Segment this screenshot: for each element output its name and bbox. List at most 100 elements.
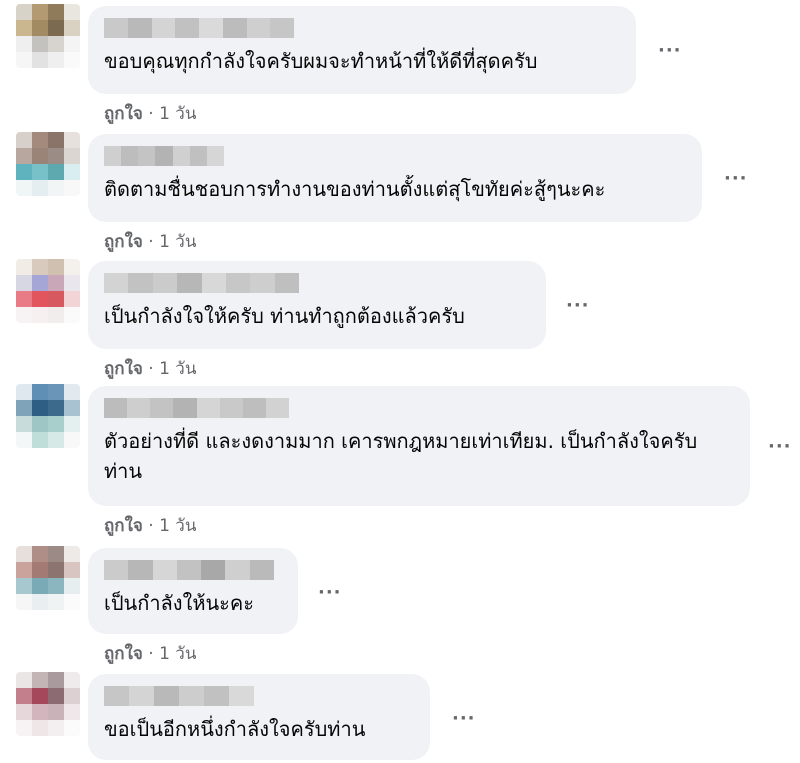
name-pixel [127, 398, 151, 418]
name-pixel [265, 398, 289, 418]
avatar-pixel [64, 594, 80, 610]
avatar-pixel [48, 4, 64, 20]
avatar-pixel [16, 36, 32, 52]
name-pixel [154, 686, 179, 706]
avatar-pixel [64, 36, 80, 52]
avatar-pixel [48, 275, 64, 291]
name-pixel [249, 560, 274, 580]
commenter-name-blurred[interactable] [104, 398, 289, 418]
like-button[interactable]: ถูกใจ [104, 516, 143, 536]
avatar-pixel [16, 416, 32, 432]
name-pixel [204, 686, 229, 706]
name-pixel [138, 146, 156, 166]
avatar[interactable] [16, 672, 80, 736]
commenter-name-blurred[interactable] [104, 273, 299, 293]
avatar[interactable] [16, 384, 80, 448]
comment-text: ขอบคุณทุกกำลังใจครับผมจะทำหน้าที่ให้ดีที… [104, 49, 538, 73]
avatar-pixel [16, 400, 32, 416]
avatar-pixel [64, 688, 80, 704]
comment-actions: ถูกใจ · 1 วัน [104, 355, 196, 382]
avatar-pixel [64, 4, 80, 20]
avatar-pixel [32, 4, 48, 20]
comment-timestamp[interactable]: 1 วัน [159, 232, 196, 252]
avatar-pixel [16, 180, 32, 196]
name-pixel [104, 560, 129, 580]
avatar[interactable] [16, 546, 80, 610]
commenter-name-blurred[interactable] [104, 686, 254, 706]
name-pixel [229, 686, 254, 706]
comment-bubble: ขอเป็นอีกหนึ่งกำลังใจครับท่าน [88, 674, 430, 760]
avatar-pixel [16, 164, 32, 180]
avatar-pixel [64, 291, 80, 307]
avatar-pixel [48, 562, 64, 578]
name-pixel [121, 146, 139, 166]
comment-text: เป็นกำลังใจให้ครับ ท่านทำถูกต้องแล้วครับ [104, 304, 465, 328]
avatar-pixel [64, 400, 80, 416]
like-button[interactable]: ถูกใจ [104, 232, 143, 252]
comment-item: ตัวอย่างที่ดี และงดงามมาก เคารพกฎหมายเท่… [0, 382, 800, 540]
avatar[interactable] [16, 4, 80, 68]
avatar-pixel [48, 400, 64, 416]
comment-timestamp[interactable]: 1 วัน [159, 359, 196, 379]
avatar-pixel [32, 384, 48, 400]
commenter-name-blurred[interactable] [104, 18, 294, 38]
avatar-pixel [48, 672, 64, 688]
more-options-icon[interactable]: ··· [724, 168, 748, 189]
avatar-pixel [32, 416, 48, 432]
like-button[interactable]: ถูกใจ [104, 359, 143, 379]
commenter-name-blurred[interactable] [104, 146, 224, 166]
avatar-pixel [32, 594, 48, 610]
avatar-pixel [64, 132, 80, 148]
avatar-pixel [16, 546, 32, 562]
like-button[interactable]: ถูกใจ [104, 104, 143, 124]
more-options-icon[interactable]: ··· [768, 436, 792, 457]
avatar-pixel [32, 400, 48, 416]
comment-bubble: ตัวอย่างที่ดี และงดงามมาก เคารพกฎหมายเท่… [88, 386, 750, 506]
separator-dot: · [148, 232, 154, 252]
avatar[interactable] [16, 259, 80, 323]
comment-text: เป็นกำลังให้นะคะ [104, 591, 255, 615]
name-pixel [104, 686, 129, 706]
name-pixel [104, 398, 128, 418]
avatar-pixel [32, 432, 48, 448]
avatar[interactable] [16, 132, 80, 196]
avatar-pixel [16, 384, 32, 400]
more-options-icon[interactable]: ··· [658, 40, 682, 61]
avatar-pixel [64, 259, 80, 275]
name-pixel [242, 398, 266, 418]
name-pixel [206, 146, 224, 166]
comment-timestamp[interactable]: 1 วัน [159, 644, 196, 664]
more-options-icon[interactable]: ··· [318, 582, 342, 603]
comment-timestamp[interactable]: 1 วัน [159, 104, 196, 124]
avatar-pixel [64, 164, 80, 180]
name-pixel [219, 398, 243, 418]
comment-actions: ถูกใจ · 1 วัน [104, 512, 196, 539]
avatar-pixel [32, 52, 48, 68]
like-button[interactable]: ถูกใจ [104, 644, 143, 664]
avatar-pixel [64, 704, 80, 720]
comment-item: ขอบคุณทุกกำลังใจครับผมจะทำหน้าที่ให้ดีที… [0, 0, 800, 126]
avatar-pixel [64, 720, 80, 736]
commenter-name-blurred[interactable] [104, 560, 274, 580]
more-options-icon[interactable]: ··· [452, 708, 476, 729]
comment-text: ติดตามชื่นชอบการทำงานของท่านตั้งแต่สุโขท… [104, 177, 606, 201]
comment-actions: ถูกใจ · 1 วัน [104, 228, 196, 255]
name-pixel [155, 146, 173, 166]
avatar-pixel [48, 578, 64, 594]
name-pixel [179, 686, 204, 706]
name-pixel [225, 273, 251, 293]
comment-timestamp[interactable]: 1 วัน [159, 516, 196, 536]
avatar-pixel [32, 562, 48, 578]
name-pixel [222, 18, 247, 38]
name-pixel [201, 560, 226, 580]
name-pixel [189, 146, 207, 166]
avatar-pixel [16, 132, 32, 148]
name-pixel [104, 18, 128, 38]
avatar-pixel [48, 688, 64, 704]
avatar-pixel [64, 384, 80, 400]
avatar-pixel [64, 180, 80, 196]
avatar-pixel [32, 132, 48, 148]
avatar-pixel [64, 307, 80, 323]
more-options-icon[interactable]: ··· [566, 295, 590, 316]
avatar-pixel [48, 36, 64, 52]
